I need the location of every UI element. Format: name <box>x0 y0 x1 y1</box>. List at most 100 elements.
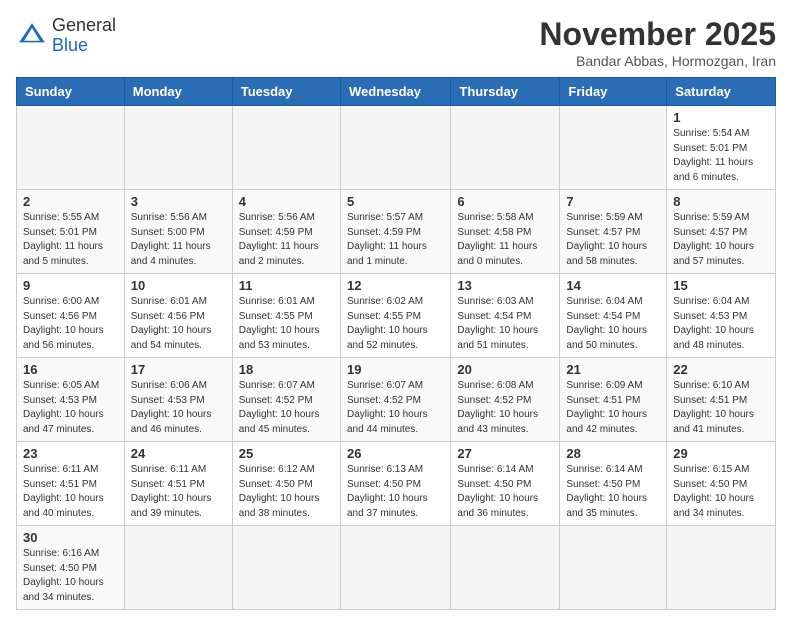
calendar-cell: 16Sunrise: 6:05 AM Sunset: 4:53 PM Dayli… <box>17 358 125 442</box>
day-info: Sunrise: 6:11 AM Sunset: 4:51 PM Dayligh… <box>131 463 226 521</box>
calendar-cell: 19Sunrise: 6:07 AM Sunset: 4:52 PM Dayli… <box>340 358 450 442</box>
day-number: 17 <box>131 362 226 377</box>
calendar-cell <box>124 526 232 610</box>
day-number: 23 <box>23 446 118 461</box>
day-number: 21 <box>566 362 660 377</box>
day-info: Sunrise: 5:59 AM Sunset: 4:57 PM Dayligh… <box>673 211 769 269</box>
calendar-cell: 10 Sunrise: 6:01 AM Sunset: 4:56 PM Dayli… <box>124 274 232 358</box>
day-number: 22 <box>673 362 769 377</box>
week-row-6: 30 Sunrise: 6:16 AM Sunset: 4:50 PM Dayli… <box>17 526 776 610</box>
week-row-2: 2 Sunrise: 5:55 AM Sunset: 5:01 PM Daylig… <box>17 190 776 274</box>
calendar-cell: 15Sunrise: 6:04 AM Sunset: 4:53 PM Dayli… <box>667 274 776 358</box>
day-info: Sunrise: 6:03 AM Sunset: 4:54 PM Dayligh… <box>457 295 553 353</box>
day-number: 25 <box>239 446 334 461</box>
weekday-header-saturday: Saturday <box>667 78 776 106</box>
day-number: 15 <box>673 278 769 293</box>
calendar-cell <box>560 526 667 610</box>
calendar-cell: 27 Sunrise: 6:14 AM Sunset: 4:50 PM Dayli… <box>451 442 560 526</box>
subtitle: Bandar Abbas, Hormozgan, Iran <box>539 53 776 69</box>
day-number: 26 <box>347 446 444 461</box>
calendar-table: SundayMondayTuesdayWednesdayThursdayFrid… <box>16 77 776 610</box>
day-number: 20 <box>457 362 553 377</box>
day-number: 27 <box>457 446 553 461</box>
logo-icon <box>16 20 48 52</box>
day-number: 4 <box>239 194 334 209</box>
calendar-cell: 1Sunrise: 5:54 AM Sunset: 5:01 PM Daylig… <box>667 106 776 190</box>
calendar-cell: 11 Sunrise: 6:01 AM Sunset: 4:55 PM Dayli… <box>232 274 340 358</box>
calendar-cell: 22 Sunrise: 6:10 AM Sunset: 4:51 PM Dayli… <box>667 358 776 442</box>
day-info: Sunrise: 6:01 AM Sunset: 4:56 PM Dayligh… <box>131 295 226 353</box>
day-info: Sunrise: 5:56 AM Sunset: 4:59 PM Dayligh… <box>239 211 334 269</box>
header: General Blue November 2025 Bandar Abbas,… <box>16 16 776 69</box>
day-info: Sunrise: 6:04 AM Sunset: 4:54 PM Dayligh… <box>566 295 660 353</box>
week-row-5: 23 Sunrise: 6:11 AM Sunset: 4:51 PM Dayli… <box>17 442 776 526</box>
day-number: 9 <box>23 278 118 293</box>
calendar-cell: 30 Sunrise: 6:16 AM Sunset: 4:50 PM Dayli… <box>17 526 125 610</box>
calendar-cell <box>232 526 340 610</box>
title-block: November 2025 Bandar Abbas, Hormozgan, I… <box>539 16 776 69</box>
calendar-cell: 9Sunrise: 6:00 AM Sunset: 4:56 PM Daylig… <box>17 274 125 358</box>
calendar-cell <box>667 526 776 610</box>
week-row-1: 1Sunrise: 5:54 AM Sunset: 5:01 PM Daylig… <box>17 106 776 190</box>
calendar-cell: 25 Sunrise: 6:12 AM Sunset: 4:50 PM Dayli… <box>232 442 340 526</box>
calendar-cell: 29 Sunrise: 6:15 AM Sunset: 4:50 PM Dayli… <box>667 442 776 526</box>
day-info: Sunrise: 5:58 AM Sunset: 4:58 PM Dayligh… <box>457 211 553 269</box>
day-number: 11 <box>239 278 334 293</box>
day-info: Sunrise: 5:54 AM Sunset: 5:01 PM Dayligh… <box>673 127 769 185</box>
calendar-cell <box>340 106 450 190</box>
day-number: 6 <box>457 194 553 209</box>
day-info: Sunrise: 5:56 AM Sunset: 5:00 PM Dayligh… <box>131 211 226 269</box>
weekday-header-monday: Monday <box>124 78 232 106</box>
day-info: Sunrise: 6:08 AM Sunset: 4:52 PM Dayligh… <box>457 379 553 437</box>
calendar-cell: 26 Sunrise: 6:13 AM Sunset: 4:50 PM Dayli… <box>340 442 450 526</box>
calendar-cell: 17Sunrise: 6:06 AM Sunset: 4:53 PM Dayli… <box>124 358 232 442</box>
weekday-header-row: SundayMondayTuesdayWednesdayThursdayFrid… <box>17 78 776 106</box>
day-info: Sunrise: 6:07 AM Sunset: 4:52 PM Dayligh… <box>347 379 444 437</box>
day-info: Sunrise: 6:15 AM Sunset: 4:50 PM Dayligh… <box>673 463 769 521</box>
day-info: Sunrise: 6:14 AM Sunset: 4:50 PM Dayligh… <box>566 463 660 521</box>
calendar-cell <box>232 106 340 190</box>
day-number: 2 <box>23 194 118 209</box>
logo-text: General Blue <box>52 16 116 56</box>
day-number: 29 <box>673 446 769 461</box>
day-number: 18 <box>239 362 334 377</box>
weekday-header-tuesday: Tuesday <box>232 78 340 106</box>
calendar-cell <box>340 526 450 610</box>
calendar-cell <box>17 106 125 190</box>
calendar-cell: 6 Sunrise: 5:58 AM Sunset: 4:58 PM Daylig… <box>451 190 560 274</box>
weekday-header-friday: Friday <box>560 78 667 106</box>
day-number: 30 <box>23 530 118 545</box>
day-info: Sunrise: 5:59 AM Sunset: 4:57 PM Dayligh… <box>566 211 660 269</box>
day-info: Sunrise: 6:16 AM Sunset: 4:50 PM Dayligh… <box>23 547 118 605</box>
logo-blue: Blue <box>52 35 88 55</box>
day-number: 5 <box>347 194 444 209</box>
day-info: Sunrise: 6:11 AM Sunset: 4:51 PM Dayligh… <box>23 463 118 521</box>
day-info: Sunrise: 6:10 AM Sunset: 4:51 PM Dayligh… <box>673 379 769 437</box>
day-info: Sunrise: 6:07 AM Sunset: 4:52 PM Dayligh… <box>239 379 334 437</box>
calendar-cell: 28 Sunrise: 6:14 AM Sunset: 4:50 PM Dayli… <box>560 442 667 526</box>
calendar-cell: 20 Sunrise: 6:08 AM Sunset: 4:52 PM Dayli… <box>451 358 560 442</box>
calendar-cell: 21 Sunrise: 6:09 AM Sunset: 4:51 PM Dayli… <box>560 358 667 442</box>
calendar-cell: 5 Sunrise: 5:57 AM Sunset: 4:59 PM Daylig… <box>340 190 450 274</box>
calendar-cell: 3Sunrise: 5:56 AM Sunset: 5:00 PM Daylig… <box>124 190 232 274</box>
logo: General Blue <box>16 16 116 56</box>
day-number: 10 <box>131 278 226 293</box>
calendar-cell <box>560 106 667 190</box>
calendar-cell <box>451 106 560 190</box>
day-number: 12 <box>347 278 444 293</box>
day-number: 28 <box>566 446 660 461</box>
day-info: Sunrise: 6:02 AM Sunset: 4:55 PM Dayligh… <box>347 295 444 353</box>
day-info: Sunrise: 5:57 AM Sunset: 4:59 PM Dayligh… <box>347 211 444 269</box>
day-info: Sunrise: 6:12 AM Sunset: 4:50 PM Dayligh… <box>239 463 334 521</box>
calendar-cell: 18 Sunrise: 6:07 AM Sunset: 4:52 PM Dayli… <box>232 358 340 442</box>
calendar-cell: 13Sunrise: 6:03 AM Sunset: 4:54 PM Dayli… <box>451 274 560 358</box>
calendar-cell: 14Sunrise: 6:04 AM Sunset: 4:54 PM Dayli… <box>560 274 667 358</box>
day-info: Sunrise: 6:14 AM Sunset: 4:50 PM Dayligh… <box>457 463 553 521</box>
calendar-cell <box>124 106 232 190</box>
day-info: Sunrise: 5:55 AM Sunset: 5:01 PM Dayligh… <box>23 211 118 269</box>
day-info: Sunrise: 6:09 AM Sunset: 4:51 PM Dayligh… <box>566 379 660 437</box>
month-title: November 2025 <box>539 16 776 53</box>
day-info: Sunrise: 6:01 AM Sunset: 4:55 PM Dayligh… <box>239 295 334 353</box>
logo-general: General <box>52 15 116 35</box>
day-info: Sunrise: 6:13 AM Sunset: 4:50 PM Dayligh… <box>347 463 444 521</box>
